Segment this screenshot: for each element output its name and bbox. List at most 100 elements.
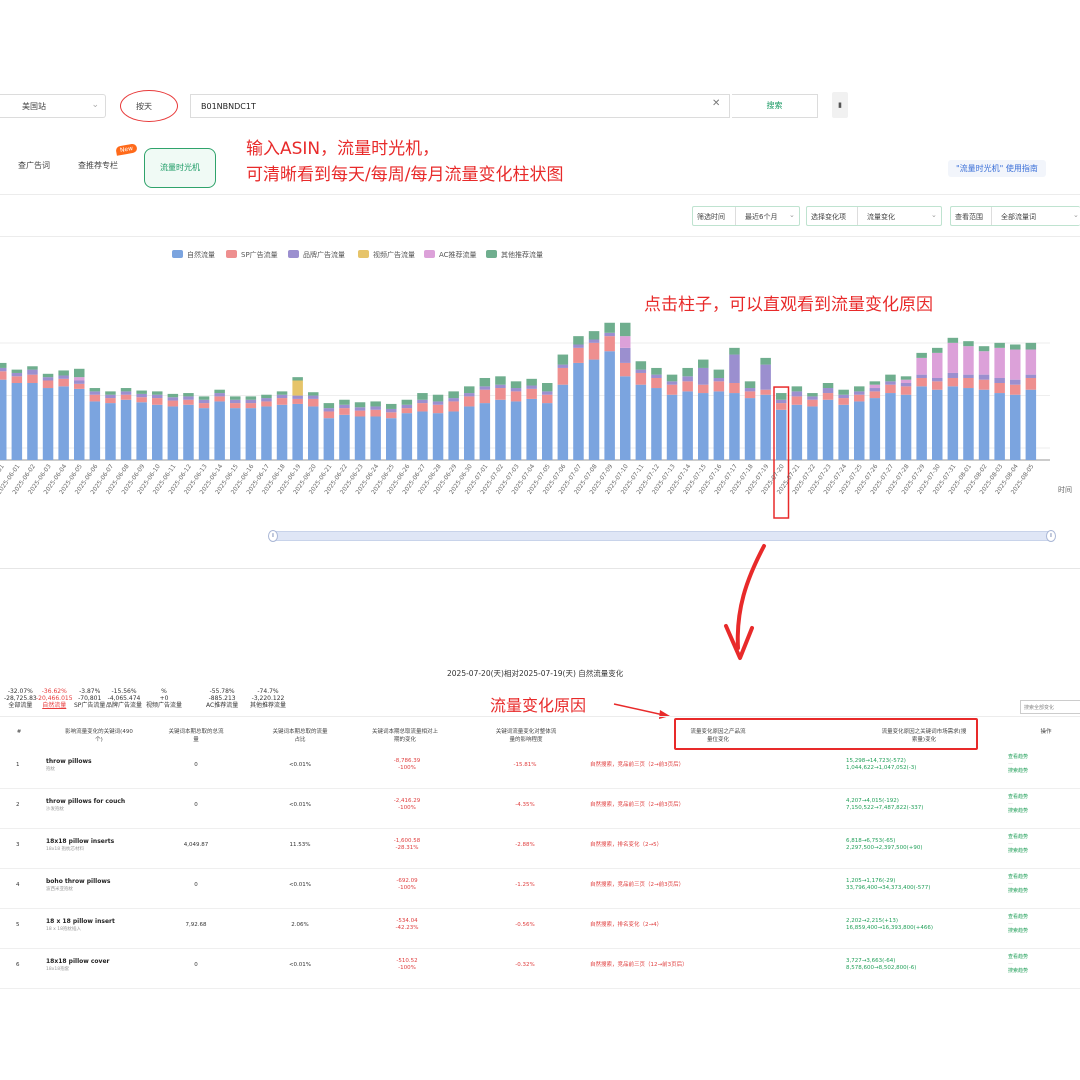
bar-segment-2025-05-31[interactable] — [0, 371, 7, 380]
bar-segment-2025-06-24[interactable] — [370, 406, 381, 410]
bar-segment-2025-07-23[interactable] — [822, 388, 834, 394]
bar-segment-2025-07-12[interactable] — [651, 374, 662, 378]
bar-segment-2025-06-16[interactable] — [245, 399, 257, 404]
bar-segment-2025-07-27[interactable] — [885, 374, 896, 382]
bar-segment-2025-06-08[interactable] — [120, 394, 132, 400]
bar-segment-2025-07-06[interactable] — [557, 364, 569, 368]
bar-segment-2025-07-18[interactable] — [744, 381, 756, 389]
legend-item[interactable]: SP广告流量 — [226, 250, 278, 260]
bar-segment-2025-07-15[interactable] — [698, 367, 709, 385]
summary-item[interactable]: -3.87% -70,801 SP广告流量 — [74, 688, 105, 709]
keyword-text[interactable]: 18x18 pillow cover — [46, 958, 110, 965]
bar-segment-2025-06-02[interactable] — [27, 369, 38, 375]
bar-segment-2025-07-31[interactable] — [947, 372, 959, 378]
bar-segment-2025-07-31[interactable] — [947, 386, 959, 460]
bar-segment-2025-06-22[interactable] — [339, 408, 350, 415]
search-trend-link[interactable]: 搜索趋势 — [1008, 848, 1028, 855]
bar-segment-2025-05-31[interactable] — [0, 362, 7, 368]
bar-segment-2025-07-24[interactable] — [838, 404, 849, 460]
bar-segment-2025-06-02[interactable] — [27, 374, 38, 384]
bar-segment-2025-07-18[interactable] — [744, 388, 756, 392]
summary-item[interactable]: % +0 视频广告流量 — [146, 688, 182, 709]
bar-segment-2025-07-13[interactable] — [666, 381, 678, 385]
bar-segment-2025-06-05[interactable] — [74, 380, 85, 384]
bar-segment-2025-07-30[interactable] — [932, 381, 943, 390]
bar-segment-2025-07-06[interactable] — [557, 354, 569, 365]
date-range-slider[interactable] — [272, 531, 1052, 541]
bar-segment-2025-07-21[interactable] — [791, 386, 803, 392]
bar-segment-2025-07-27[interactable] — [885, 381, 896, 385]
bar-segment-2025-06-18[interactable] — [276, 398, 288, 405]
bar-segment-2025-07-03[interactable] — [510, 401, 522, 460]
summary-item[interactable]: -36.62% -20,466.015 自然流量 — [36, 688, 73, 709]
keyword-text[interactable]: throw pillows for couch — [46, 798, 125, 805]
search-trend-link[interactable]: 搜索趋势 — [1008, 888, 1028, 895]
bar-segment-2025-06-14[interactable] — [214, 401, 225, 460]
bar-segment-2025-06-26[interactable] — [401, 404, 413, 409]
legend-item[interactable]: AC推荐流量 — [424, 250, 477, 260]
bar-segment-2025-07-19[interactable] — [760, 389, 771, 395]
bar-segment-2025-08-04[interactable] — [1010, 384, 1021, 395]
bar-segment-2025-08-02[interactable] — [978, 374, 990, 380]
bar-segment-2025-08-04[interactable] — [1010, 379, 1021, 385]
bar-segment-2025-07-01[interactable] — [479, 403, 491, 460]
legend-item[interactable]: 其他推荐流量 — [486, 250, 543, 260]
bar-segment-2025-07-04[interactable] — [526, 398, 537, 460]
time-filter[interactable]: 筛选时间 最近6个月 ⌄ — [692, 206, 800, 226]
bar-segment-2025-07-10[interactable] — [620, 336, 631, 348]
bar-segment-2025-06-10[interactable] — [152, 404, 163, 460]
bar-segment-2025-06-20[interactable] — [308, 395, 319, 399]
bar-segment-2025-08-01[interactable] — [963, 388, 974, 460]
bar-segment-2025-07-22[interactable] — [807, 396, 818, 400]
bar-segment-2025-07-23[interactable] — [822, 393, 834, 400]
bar-segment-2025-07-18[interactable] — [744, 398, 756, 460]
bar-segment-2025-08-03[interactable] — [994, 383, 1005, 394]
bar-segment-2025-07-20[interactable] — [776, 403, 787, 410]
bar-segment-2025-08-03[interactable] — [994, 393, 1005, 460]
bar-segment-2025-07-04[interactable] — [526, 385, 537, 389]
bar-segment-2025-08-05[interactable] — [1025, 389, 1037, 460]
bar-segment-2025-08-02[interactable] — [978, 351, 990, 375]
bar-segment-2025-08-05[interactable] — [1025, 377, 1037, 390]
bar-segment-2025-07-13[interactable] — [666, 374, 678, 382]
bar-segment-2025-07-10[interactable] — [620, 322, 631, 337]
bar-segment-2025-06-15[interactable] — [230, 396, 241, 400]
bar-segment-2025-06-13[interactable] — [198, 403, 210, 409]
bar-segment-2025-06-05[interactable] — [74, 383, 85, 389]
bar-segment-2025-06-30[interactable] — [464, 393, 475, 397]
bar-segment-2025-06-10[interactable] — [152, 394, 163, 399]
bar-segment-2025-06-03[interactable] — [42, 377, 54, 381]
bar-segment-2025-06-13[interactable] — [198, 408, 210, 460]
bar-segment-2025-06-01[interactable] — [11, 376, 23, 384]
bar-segment-2025-06-01[interactable] — [11, 369, 23, 373]
bar-segment-2025-06-25[interactable] — [386, 408, 397, 413]
legend-item[interactable]: 品牌广告流量 — [288, 250, 345, 260]
bar-segment-2025-06-04[interactable] — [58, 378, 69, 387]
bar-segment-2025-07-25[interactable] — [854, 394, 865, 402]
bar-segment-2025-08-01[interactable] — [963, 374, 974, 378]
bar-segment-2025-06-14[interactable] — [214, 393, 225, 397]
bar-segment-2025-08-01[interactable] — [963, 377, 974, 389]
bar-segment-2025-06-24[interactable] — [370, 401, 381, 407]
bar-segment-2025-07-05[interactable] — [542, 403, 553, 460]
bar-segment-2025-06-20[interactable] — [308, 406, 319, 460]
bar-segment-2025-06-16[interactable] — [245, 408, 257, 460]
bar-segment-2025-07-21[interactable] — [791, 396, 803, 405]
tab-time-machine[interactable]: 流量时光机 — [144, 148, 216, 188]
bar-segment-2025-05-31[interactable] — [0, 367, 7, 372]
legend-item[interactable]: 自然流量 — [172, 250, 215, 260]
bar-segment-2025-07-12[interactable] — [651, 388, 662, 460]
bar-segment-2025-06-23[interactable] — [354, 407, 366, 411]
bar-segment-2025-06-08[interactable] — [120, 399, 132, 460]
bar-segment-2025-08-04[interactable] — [1010, 344, 1021, 350]
bar-segment-2025-07-28[interactable] — [900, 383, 912, 387]
bar-segment-2025-07-26[interactable] — [869, 384, 881, 389]
bar-segment-2025-06-04[interactable] — [58, 370, 69, 376]
bar-segment-2025-07-28[interactable] — [900, 394, 912, 460]
bar-segment-2025-07-01[interactable] — [479, 389, 491, 404]
bar-segment-2025-06-19[interactable] — [292, 380, 303, 396]
bar-segment-2025-07-26[interactable] — [869, 388, 881, 392]
bar-segment-2025-06-30[interactable] — [464, 386, 475, 394]
bar-segment-2025-07-05[interactable] — [542, 394, 553, 404]
bar-segment-2025-07-15[interactable] — [698, 384, 709, 394]
